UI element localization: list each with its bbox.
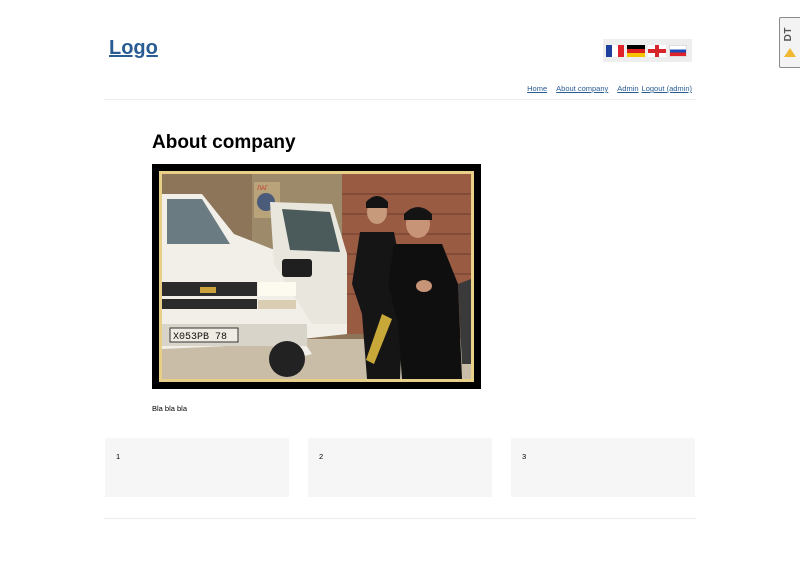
debug-toolbar-toggle[interactable]: DT	[779, 17, 800, 68]
company-photo: ЛАГ X053PB 78	[152, 164, 481, 389]
flag-russian-icon[interactable]	[669, 44, 687, 57]
nav-logout-link[interactable]: Logout (admin)	[642, 84, 692, 93]
info-card-1: 1	[105, 438, 289, 497]
page-title: About company	[152, 132, 296, 153]
photo-illustration: ЛАГ X053PB 78	[162, 174, 471, 379]
card-label: 1	[116, 452, 121, 461]
license-plate-text: X053PB 78	[173, 332, 227, 343]
nav-admin-link[interactable]: Admin	[617, 84, 638, 93]
nav-about-link[interactable]: About company	[556, 84, 608, 93]
wall-sign-text: ЛАГ	[257, 186, 269, 192]
nav-home-link[interactable]: Home	[527, 84, 547, 93]
footer-divider	[104, 518, 696, 519]
language-switcher	[603, 39, 692, 62]
logo-link[interactable]: Logo	[109, 37, 158, 60]
top-nav: Home About company Admin Logout (admin)	[527, 84, 692, 93]
flag-german-icon[interactable]	[627, 44, 645, 57]
card-label: 3	[522, 452, 527, 461]
debug-toolbar-label: DT	[783, 27, 794, 42]
flag-french-icon[interactable]	[606, 44, 624, 57]
info-card-3: 3	[511, 438, 695, 497]
header-divider	[104, 99, 696, 100]
flag-english-icon[interactable]	[648, 44, 666, 57]
arrow-up-icon	[784, 48, 796, 57]
body-text: Bla bla bla	[152, 404, 188, 413]
photo-content: ЛАГ X053PB 78	[159, 171, 474, 382]
card-label: 2	[319, 452, 324, 461]
info-card-2: 2	[308, 438, 492, 497]
